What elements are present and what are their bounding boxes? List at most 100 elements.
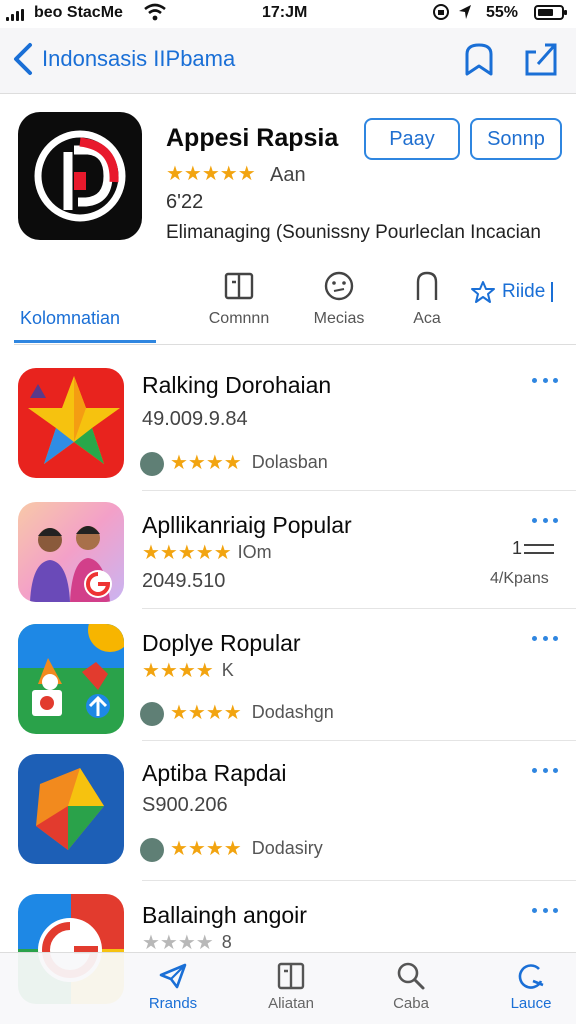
rating-stars: ★★★★ xyxy=(170,451,242,474)
shape-app-icon xyxy=(18,754,124,864)
clock-time: 17:JM xyxy=(262,4,308,21)
book-icon xyxy=(277,962,305,990)
list-item-rating: ★★★★ Dodasiry xyxy=(170,838,323,859)
tab-rrands[interactable]: Rrands xyxy=(128,961,218,1012)
rating-label: IOm xyxy=(237,542,272,562)
tab-media[interactable]: Mecias xyxy=(304,270,374,328)
face-icon xyxy=(324,271,354,301)
app-rating-label: Aan xyxy=(270,164,306,186)
list-item-title: Doplye Ropular xyxy=(142,630,301,656)
more-options-icon[interactable] xyxy=(532,518,558,526)
list-item-meta: 49.009.9.84 xyxy=(142,408,248,430)
tab-comments[interactable]: Comnnn xyxy=(200,270,278,328)
list-item-title: Ralking Dorohaian xyxy=(142,372,332,398)
paper-plane-icon xyxy=(159,963,187,989)
bottom-tab-bar: Rrands Aliatan Caba Lauce xyxy=(0,952,576,1024)
badge-icon xyxy=(140,702,164,726)
list-item-rating: ★★★★ Dolasban xyxy=(170,452,328,473)
tab-underline xyxy=(14,340,156,343)
list-item-title: Apllikanriaig Popular xyxy=(142,512,352,538)
list-item-rating: ★★★★ 8 xyxy=(142,932,232,953)
list-item-meta: 2049.510 xyxy=(142,570,226,592)
wifi-icon xyxy=(144,3,166,21)
rate-button[interactable]: Riide xyxy=(470,280,554,304)
rating-label: Dodasiry xyxy=(251,838,323,858)
rotation-lock-icon xyxy=(433,4,449,20)
divider xyxy=(142,880,576,881)
search-icon xyxy=(397,962,425,990)
signal-icon xyxy=(6,9,28,21)
tab-label: Rrands xyxy=(148,995,198,1012)
more-options-icon[interactable] xyxy=(532,768,558,776)
divider xyxy=(142,490,576,491)
rating-label: 8 xyxy=(221,932,232,952)
bookmark-icon[interactable] xyxy=(462,42,496,78)
people-app-icon xyxy=(18,502,124,602)
tab-label: Aliatan xyxy=(268,995,314,1012)
star-app-icon xyxy=(18,368,124,478)
tab-aliatan[interactable]: Aliatan xyxy=(246,961,336,1012)
tab-media-label: Mecias xyxy=(313,310,365,327)
more-options-icon[interactable] xyxy=(532,378,558,386)
divider xyxy=(142,740,576,741)
badge-icon xyxy=(140,838,164,862)
rating-label: Dodashgn xyxy=(251,702,334,722)
game-app-icon xyxy=(18,624,124,734)
battery-icon xyxy=(534,5,567,20)
list-item[interactable]: Doplye Ropular ★★★★ K ★★★★ Dodashgn xyxy=(0,620,576,741)
app-logo-icon xyxy=(34,130,126,222)
navigation-bar: Indonsasis IIPbama xyxy=(0,28,576,94)
nav-title: Indonsasis IIPbama xyxy=(42,46,236,71)
secondary-button[interactable]: Sonnp xyxy=(470,118,562,160)
rating-stars: ★★★★ xyxy=(170,701,242,724)
list-item[interactable]: Ralking Dorohaian 49.009.9.84 ★★★★ Dolas… xyxy=(0,366,576,491)
refresh-icon xyxy=(518,964,544,989)
rate-divider xyxy=(551,282,554,302)
tab-label: Caba xyxy=(393,995,429,1012)
tab-access[interactable]: Aca xyxy=(402,270,452,328)
list-item-meta: S900.206 xyxy=(142,794,228,816)
list-item-rating: ★★★★★ IOm xyxy=(142,542,272,563)
tab-kolomnatian[interactable]: Kolomnatian xyxy=(20,308,120,329)
arch-icon xyxy=(416,271,438,300)
tab-label: Lauce xyxy=(510,995,552,1012)
more-options-icon[interactable] xyxy=(532,908,558,916)
side-meta-count: 1 xyxy=(512,538,523,558)
tab-caba[interactable]: Caba xyxy=(366,961,456,1012)
side-meta: 4/Kpans xyxy=(490,570,549,587)
badge-icon xyxy=(140,452,164,476)
status-bar: beo StacMe 17:JM 55% xyxy=(0,0,576,28)
book-icon xyxy=(224,272,254,300)
star-outline-icon xyxy=(471,281,495,303)
play-button[interactable]: Paay xyxy=(364,118,460,160)
tab-access-label: Aca xyxy=(413,310,441,327)
divider xyxy=(142,608,576,609)
carrier-label: beo StacMe xyxy=(34,4,123,21)
rating-stars: ★★★★ xyxy=(142,659,214,682)
list-item-title: Aptiba Rapdai xyxy=(142,760,287,786)
list-item[interactable]: Ballaingh angoir ★★★★ 8 xyxy=(0,892,576,1004)
app-title: Appesi Rapsia xyxy=(166,124,339,152)
app-size: 6'22 xyxy=(166,191,204,213)
back-chevron-icon[interactable] xyxy=(10,42,36,76)
rating-label: Dolasban xyxy=(251,452,328,472)
battery-percent: 55% xyxy=(486,4,519,21)
list-item-rating-secondary: ★★★★ Dodashgn xyxy=(170,702,334,723)
app-rating-stars: ★★★★★ xyxy=(166,163,256,185)
share-icon[interactable] xyxy=(522,40,560,78)
app-description: Elimanaging (Sounissny Pourleclan Incaci… xyxy=(166,222,541,243)
more-options-icon[interactable] xyxy=(532,636,558,644)
list-item[interactable]: Apllikanriaig Popular ★★★★★ IOm 2049.510… xyxy=(0,500,576,609)
location-icon xyxy=(459,5,471,19)
tab-lauce[interactable]: Lauce xyxy=(486,961,576,1012)
tab-comments-label: Comnnn xyxy=(208,310,270,327)
list-item-rating: ★★★★ K xyxy=(142,660,234,681)
rating-stars: ★★★★ xyxy=(170,837,242,860)
list-item-title: Ballaingh angoir xyxy=(142,902,307,928)
divider xyxy=(14,344,576,345)
rate-button-label: Riide xyxy=(502,281,546,302)
rating-label: K xyxy=(221,660,234,680)
list-item[interactable]: Aptiba Rapdai S900.206 ★★★★ Dodasiry xyxy=(0,752,576,881)
app-icon xyxy=(18,112,142,240)
list-lines-icon xyxy=(524,544,554,554)
